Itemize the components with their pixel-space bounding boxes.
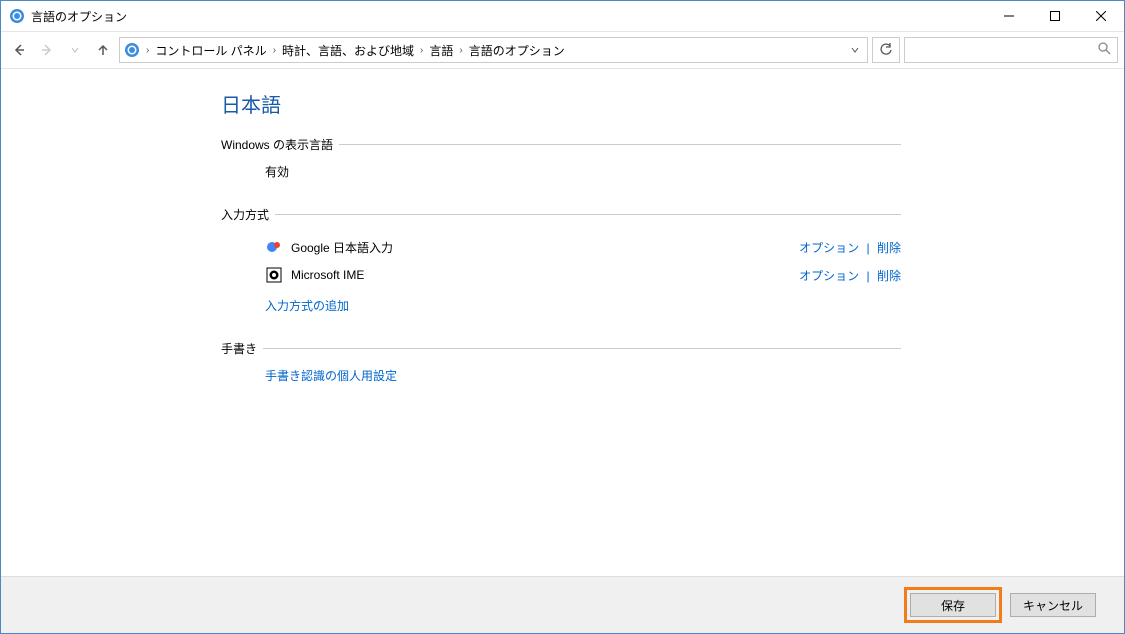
titlebar: 言語のオプション [1, 1, 1124, 32]
display-language-status: 有効 [265, 163, 901, 180]
ime-name: Google 日本語入力 [291, 239, 799, 256]
breadcrumb-item[interactable]: 時計、言語、および地域 [282, 42, 414, 59]
breadcrumb-item[interactable]: コントロール パネル [155, 42, 266, 59]
control-panel-icon [124, 42, 140, 58]
group-input-method: 入力方式 Google 日本語入力 オプション [221, 206, 901, 314]
group-display-language: Windows の表示言語 有効 [221, 136, 901, 180]
window: 言語のオプション [0, 0, 1125, 634]
breadcrumb-separator: › [420, 45, 423, 56]
refresh-button[interactable] [872, 37, 900, 63]
group-label: 手書き [221, 340, 263, 357]
ime-options-link[interactable]: オプション [799, 241, 859, 255]
ime-row: Google 日本語入力 オプション | 削除 [265, 233, 901, 261]
address-bar[interactable]: › コントロール パネル › 時計、言語、および地域 › 言語 › 言語のオプシ… [119, 37, 868, 63]
window-controls [986, 1, 1124, 31]
search-box[interactable] [904, 37, 1118, 63]
content-area: 日本語 Windows の表示言語 有効 入力方式 [1, 69, 1124, 576]
breadcrumb-item[interactable]: 言語のオプション [469, 42, 565, 59]
add-input-method-link[interactable]: 入力方式の追加 [265, 299, 349, 313]
back-button[interactable] [7, 38, 31, 62]
minimize-button[interactable] [986, 1, 1032, 31]
search-input[interactable] [911, 42, 1102, 58]
address-dropdown-icon[interactable] [847, 43, 863, 57]
google-ime-icon [265, 238, 283, 256]
group-label: Windows の表示言語 [221, 136, 339, 153]
up-button[interactable] [91, 38, 115, 62]
ime-options-link[interactable]: オプション [799, 269, 859, 283]
breadcrumb-separator: › [273, 45, 276, 56]
close-button[interactable] [1078, 1, 1124, 31]
window-title: 言語のオプション [31, 8, 127, 25]
group-handwriting: 手書き 手書き認識の個人用設定 [221, 340, 901, 384]
breadcrumb-separator: › [146, 45, 149, 56]
microsoft-ime-icon [265, 266, 283, 284]
app-icon [9, 8, 25, 24]
recent-dropdown[interactable] [63, 38, 87, 62]
ime-remove-link[interactable]: 削除 [877, 269, 901, 283]
search-icon [1098, 42, 1111, 58]
handwriting-personalize-link[interactable]: 手書き認識の個人用設定 [265, 369, 397, 383]
save-button[interactable]: 保存 [910, 593, 996, 617]
highlight-frame: 保存 [904, 587, 1002, 623]
forward-button[interactable] [35, 38, 59, 62]
cancel-button[interactable]: キャンセル [1010, 593, 1096, 617]
group-divider [263, 348, 901, 349]
breadcrumb-separator: › [459, 45, 462, 56]
separator: | [867, 241, 870, 255]
navbar: › コントロール パネル › 時計、言語、および地域 › 言語 › 言語のオプシ… [1, 32, 1124, 69]
footer: 保存 キャンセル [1, 576, 1124, 633]
page-title: 日本語 [221, 89, 901, 118]
ime-row: Microsoft IME オプション | 削除 [265, 261, 901, 289]
breadcrumb-item[interactable]: 言語 [429, 42, 453, 59]
group-divider [339, 144, 901, 145]
maximize-button[interactable] [1032, 1, 1078, 31]
group-label: 入力方式 [221, 206, 275, 223]
ime-remove-link[interactable]: 削除 [877, 241, 901, 255]
group-divider [275, 214, 901, 215]
separator: | [867, 269, 870, 283]
ime-name: Microsoft IME [291, 268, 799, 282]
